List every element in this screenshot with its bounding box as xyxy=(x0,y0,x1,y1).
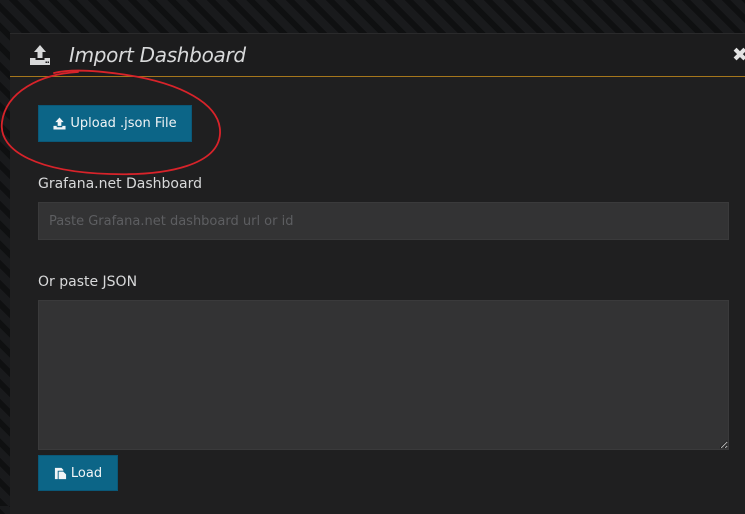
modal-title: Import Dashboard xyxy=(69,43,246,67)
file-icon xyxy=(54,467,66,479)
upload-button-label: Upload .json File xyxy=(70,116,177,131)
import-dashboard-modal: Import Dashboard ✖ Upload .json File Gra… xyxy=(10,33,745,514)
load-button-label: Load xyxy=(70,465,103,481)
close-icon[interactable]: ✖ xyxy=(732,44,745,66)
upload-icon xyxy=(30,45,50,65)
grafana-net-url-input[interactable] xyxy=(38,202,729,240)
json-textarea[interactable] xyxy=(38,300,729,450)
grafana-net-label: Grafana.net Dashboard xyxy=(38,176,202,192)
upload-json-file-button[interactable]: Upload .json File xyxy=(38,105,192,142)
paste-json-label: Or paste JSON xyxy=(38,274,138,290)
load-button[interactable]: Load xyxy=(38,455,118,491)
modal-header: Import Dashboard ✖ xyxy=(10,34,745,77)
upload-icon xyxy=(53,117,66,130)
